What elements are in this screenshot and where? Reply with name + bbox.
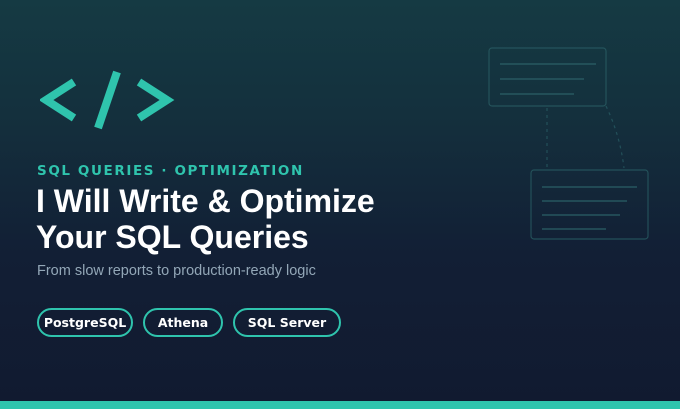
diagram-box-top [488, 47, 607, 107]
tag-list: PostgreSQL Athena SQL Server [37, 308, 341, 337]
code-brackets-icon [40, 70, 175, 130]
title-line-2: Your SQL Queries [36, 219, 309, 255]
hero-banner: SQL QUERIES · OPTIMIZATION I Will Write … [0, 0, 680, 409]
subtitle: From slow reports to production-ready lo… [37, 263, 316, 279]
tag-postgresql: PostgreSQL [37, 308, 133, 337]
tag-sql-server: SQL Server [233, 308, 341, 337]
tag-athena: Athena [143, 308, 223, 337]
accent-strip [0, 401, 680, 409]
title-line-1: I Will Write & Optimize [36, 183, 375, 219]
page-title: I Will Write & Optimize Your SQL Queries [36, 183, 375, 255]
eyebrow-label: SQL QUERIES · OPTIMIZATION [37, 163, 304, 179]
database-flow-diagram-icon [488, 47, 649, 240]
